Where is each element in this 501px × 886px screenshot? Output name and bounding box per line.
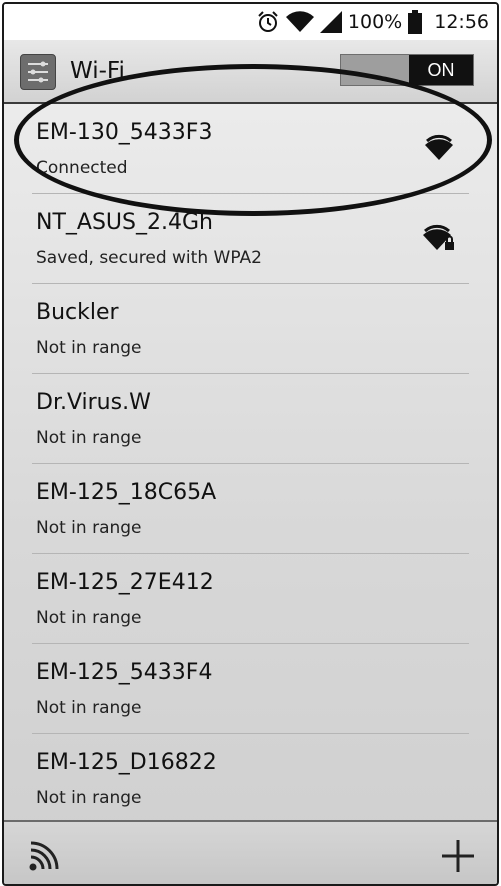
battery-icon	[408, 10, 423, 34]
add-network-button[interactable]	[438, 836, 478, 876]
status-bar: 100% 12:56	[4, 4, 497, 40]
network-name: NT_ASUS_2.4Gh	[36, 210, 213, 235]
network-status: Not in range	[36, 698, 142, 718]
network-item-em-125-d16822[interactable]: EM-125_D16822 Not in range	[32, 734, 469, 816]
network-item-em-125-27e412[interactable]: EM-125_27E412 Not in range	[32, 554, 469, 644]
wifi-toggle[interactable]: ON	[340, 54, 474, 86]
alarm-clock-icon	[256, 10, 280, 34]
network-list: EM-130_5433F3 Connected NT_ASUS_2.4Gh Sa…	[4, 104, 497, 816]
network-item-dr-virus-w[interactable]: Dr.Virus.W Not in range	[32, 374, 469, 464]
network-item-buckler[interactable]: Buckler Not in range	[32, 284, 469, 374]
add-icon	[442, 840, 474, 872]
network-status: Not in range	[36, 608, 142, 628]
network-name: EM-125_D16822	[36, 750, 217, 775]
network-status: Not in range	[36, 428, 142, 448]
network-item-em-125-18c65a[interactable]: EM-125_18C65A Not in range	[32, 464, 469, 554]
clock: 12:56	[434, 11, 489, 33]
network-name: Buckler	[36, 300, 119, 325]
wifi-signal-icon	[285, 11, 314, 33]
network-status: Not in range	[36, 788, 142, 808]
action-bar: Wi-Fi ON	[4, 40, 497, 104]
wifi-signal-icon	[423, 134, 455, 162]
network-status: Not in range	[36, 518, 142, 538]
network-name: EM-125_18C65A	[36, 480, 217, 505]
network-name: EM-125_5433F4	[36, 660, 213, 685]
network-item-nt-asus[interactable]: NT_ASUS_2.4Gh Saved, secured with WPA2	[32, 194, 469, 284]
wifi-locked-icon	[423, 224, 455, 252]
network-status: Not in range	[36, 338, 142, 358]
network-name: EM-125_27E412	[36, 570, 214, 595]
wps-icon[interactable]	[24, 836, 64, 876]
network-item-em-125-5433f4[interactable]: EM-125_5433F4 Not in range	[32, 644, 469, 734]
network-item-em-130-5433f3[interactable]: EM-130_5433F3 Connected	[32, 104, 469, 194]
cell-signal-icon	[319, 11, 342, 33]
network-status: Saved, secured with WPA2	[36, 248, 262, 268]
network-name: Dr.Virus.W	[36, 390, 151, 415]
toggle-on-label: ON	[409, 55, 473, 85]
page-title: Wi-Fi	[70, 58, 125, 84]
network-name: EM-130_5433F3	[36, 120, 213, 145]
phone-screen: 100% 12:56 Wi-Fi ON EM-130_5433F3 Connec…	[2, 2, 499, 886]
settings-sliders-icon[interactable]	[20, 54, 56, 90]
bottom-bar	[4, 820, 497, 884]
network-status: Connected	[36, 158, 128, 178]
battery-percent: 100%	[347, 11, 403, 33]
